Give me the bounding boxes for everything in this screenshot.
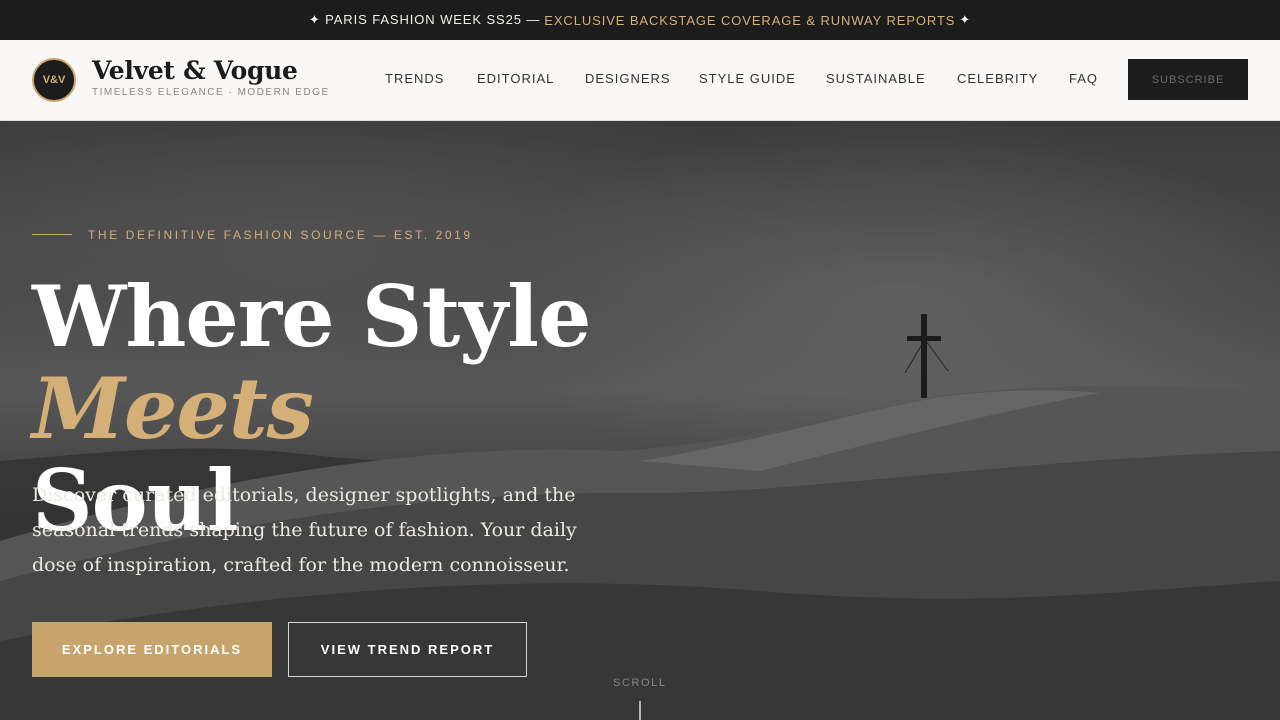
view-trend-report-button[interactable]: VIEW TREND REPORT [288, 622, 527, 677]
nav-item-designers[interactable]: DESIGNERS [585, 71, 671, 86]
hero-eyebrow: THE DEFINITIVE FASHION SOURCE — EST. 201… [88, 228, 473, 242]
sparkle-icon: ✦ [959, 12, 972, 27]
headline-accent: Meets [32, 359, 314, 458]
subscribe-button[interactable]: SUBSCRIBE [1128, 59, 1248, 100]
explore-editorials-button[interactable]: EXPLORE EDITORIALS [32, 622, 272, 677]
hero-subcopy: Discover curated editorials, designer sp… [32, 484, 577, 576]
announcement-bar: ✦ PARIS FASHION WEEK SS25 — EXCLUSIVE BA… [0, 0, 1280, 40]
scroll-indicator-line [639, 701, 641, 720]
nav-item-celebrity[interactable]: CELEBRITY [957, 71, 1038, 86]
scroll-indicator-label[interactable]: SCROLL [613, 677, 667, 689]
nav-item-editorial[interactable]: EDITORIAL [477, 71, 554, 86]
nav-item-sustainable[interactable]: SUSTAINABLE [826, 71, 926, 86]
site-header: V&V Velvet & Vogue TIMELESS ELEGANCE · M… [0, 40, 1280, 121]
eyebrow-divider [32, 234, 72, 235]
nav-item-style-guide[interactable]: STYLE GUIDE [699, 71, 796, 86]
main-nav: TRENDS EDITORIAL DESIGNERS STYLE GUIDE S… [0, 71, 1280, 91]
nav-item-faq[interactable]: FAQ [1069, 71, 1098, 86]
nav-item-trends[interactable]: TRENDS [385, 71, 444, 86]
announcement-prefix: ✦ PARIS FASHION WEEK SS25 — [308, 12, 541, 27]
announcement-highlight-link[interactable]: EXCLUSIVE BACKSTAGE COVERAGE & RUNWAY RE… [544, 13, 955, 28]
hero-section: THE DEFINITIVE FASHION SOURCE — EST. 201… [0, 121, 1280, 720]
headline-part1: Where Style [32, 267, 591, 366]
